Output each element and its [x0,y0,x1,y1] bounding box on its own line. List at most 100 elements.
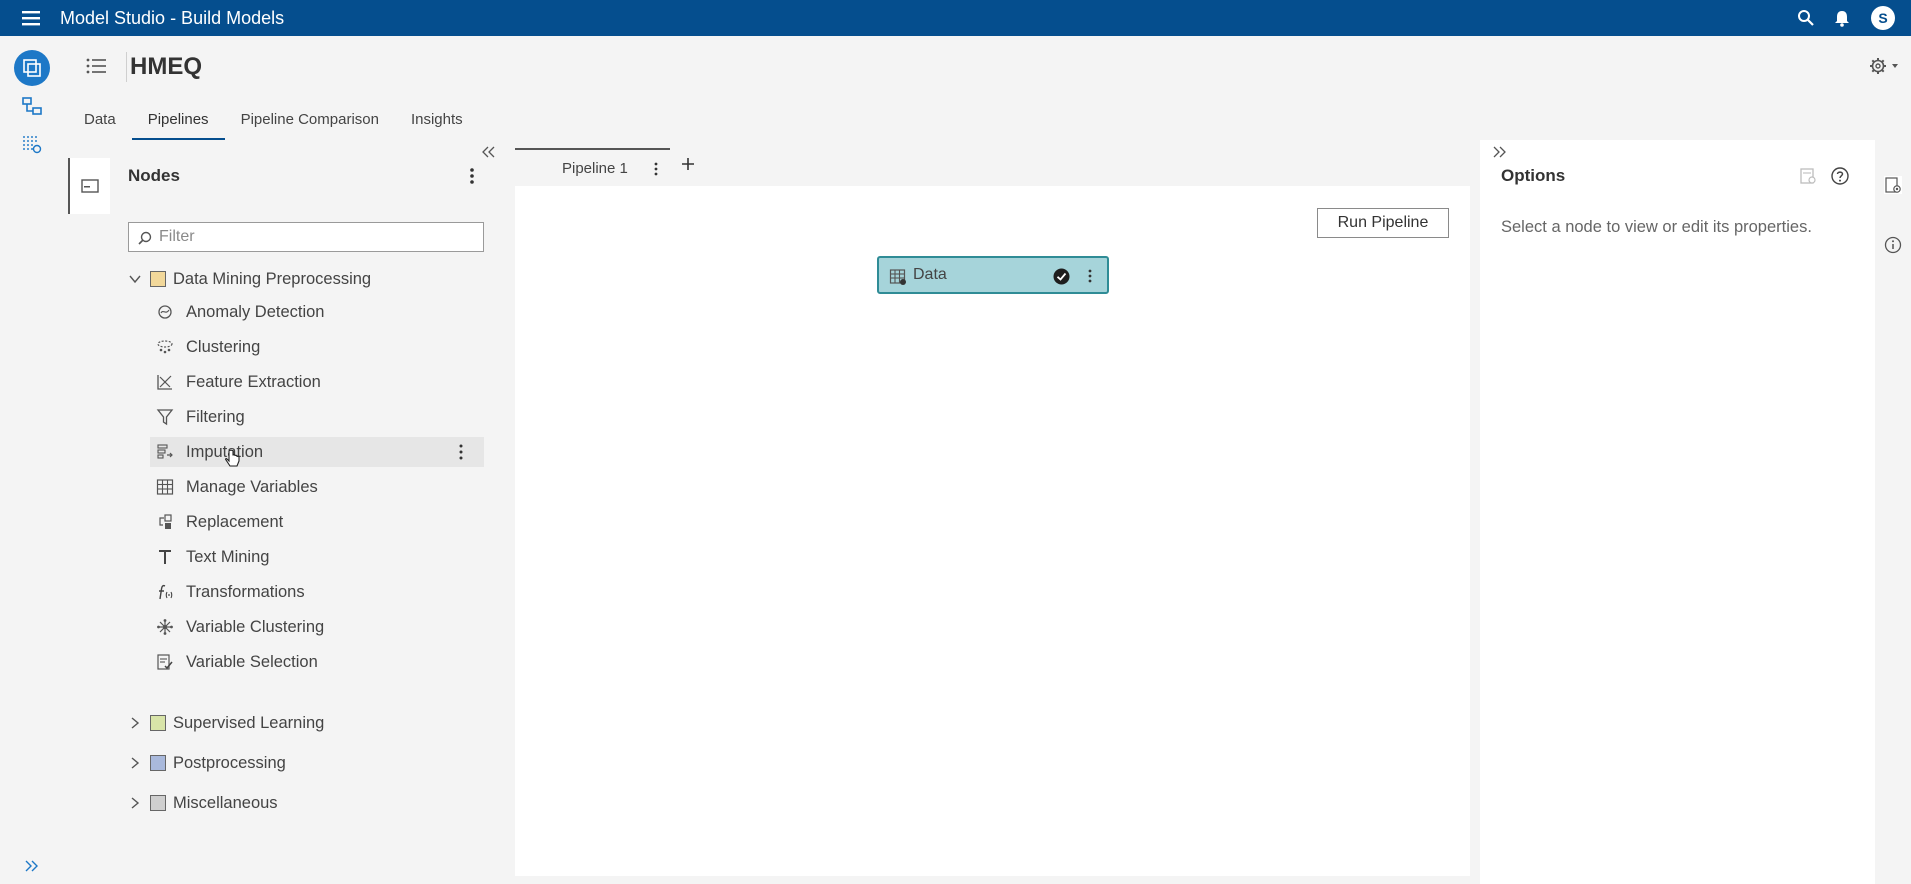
filter-field[interactable] [128,222,484,252]
run-pipeline-button[interactable]: Run Pipeline [1317,208,1449,238]
search-icon [138,231,152,245]
replacement-icon [159,514,172,529]
clustering-icon [157,340,173,354]
node-item-variable-clustering[interactable]: Variable Clustering [150,612,484,642]
node-item-manage-variables[interactable]: Manage Variables [150,472,484,502]
node-item-filtering[interactable]: Filtering [150,402,484,432]
filter-icon [156,409,174,426]
node-item-label: Manage Variables [186,477,318,496]
mouse-pointer-hand-icon [225,449,240,467]
nodes-panel-title: Nodes [128,166,180,185]
properties-icon [1800,168,1816,184]
more-options-icon[interactable] [462,166,482,186]
node-item-label: Feature Extraction [186,372,321,391]
node-item-label: Transformations [186,582,305,601]
build-models-nav-button[interactable] [14,50,50,86]
nodes-panel: Nodes Data Mining Preprocessing Anomaly … [110,140,504,884]
options-panel: Options Select a node to view or edit it… [1480,140,1875,884]
group-label: Miscellaneous [173,793,278,812]
group-color-swatch [150,755,166,771]
node-item-imputation[interactable]: Imputation [150,437,484,467]
node-item-label: Replacement [186,512,284,531]
pipeline-tab-label: Pipeline 1 [562,160,628,177]
build-models-icon [23,59,41,77]
group-data-mining-preprocessing[interactable]: Data Mining Preprocessing [128,267,371,291]
anomaly-detection-icon [158,305,172,319]
filter-input[interactable] [159,226,479,248]
expand-rail-icon[interactable] [22,856,42,876]
manage-models-nav-button[interactable] [14,88,50,124]
expand-panel-icon[interactable] [1490,144,1508,160]
notifications-bell-icon[interactable] [1832,8,1852,28]
help-icon[interactable] [1830,166,1850,186]
hamburger-menu-icon[interactable] [20,8,42,28]
pipeline-node-more-icon[interactable] [1087,268,1093,284]
left-navigation-rail [0,36,68,884]
text-icon [159,550,171,564]
group-supervised-learning[interactable]: Supervised Learning [128,711,324,735]
info-icon[interactable] [1884,236,1902,254]
app-header-bar: Model Studio - Build Models S [0,0,1911,36]
project-tabs: Data Pipelines Pipeline Comparison Insig… [68,106,479,140]
tab-insights[interactable]: Insights [395,106,479,140]
pipeline-tab[interactable]: Pipeline 1 [515,148,670,186]
node-item-text-mining[interactable]: Text Mining [150,542,484,572]
node-item-variable-selection[interactable]: Variable Selection [150,647,484,677]
group-color-swatch [150,715,166,731]
flow-diagram-icon [22,97,42,115]
node-item-label: Variable Selection [186,652,318,671]
collapse-panel-icon[interactable] [480,144,498,160]
node-item-transformations[interactable]: Transformations [150,577,484,607]
tab-pipeline-comparison[interactable]: Pipeline Comparison [225,106,395,140]
node-item-label: Filtering [186,407,245,426]
chevron-right-icon [131,797,140,809]
nodes-panel-toggle-strip [68,158,110,214]
app-title: Model Studio - Build Models [60,8,285,28]
search-icon[interactable] [1796,8,1816,28]
nodes-panel-icon[interactable] [80,176,100,196]
group-color-swatch [150,795,166,811]
node-item-clustering[interactable]: Clustering [150,332,484,362]
pipeline-canvas[interactable]: Run Pipeline Data [515,186,1470,876]
user-avatar[interactable]: S [1871,6,1895,30]
node-properties-icon[interactable] [1884,176,1902,194]
node-item-label: Text Mining [186,547,270,566]
tab-pipelines[interactable]: Pipelines [131,106,225,140]
explore-data-nav-button[interactable] [14,126,50,162]
chevron-right-icon [131,717,140,729]
node-item-replacement[interactable]: Replacement [150,507,484,537]
pipeline-workspace: Pipeline 1 Run Pipeline Data [515,140,1470,884]
feature-extraction-icon [157,375,172,390]
add-pipeline-icon[interactable] [679,155,697,173]
pipeline-tab-more-icon[interactable] [653,161,659,177]
chevron-right-icon [131,757,140,769]
node-item-anomaly-detection[interactable]: Anomaly Detection [150,297,484,327]
group-postprocessing[interactable]: Postprocessing [128,751,286,775]
group-label: Data Mining Preprocessing [173,269,372,288]
node-item-label: Anomaly Detection [186,302,325,321]
settings-gear-icon[interactable] [1868,56,1900,76]
group-label: Supervised Learning [173,713,325,732]
right-tool-strip [1875,140,1911,884]
data-explore-icon [23,136,42,154]
group-color-swatch [150,271,166,287]
group-label: Postprocessing [173,753,286,772]
imputation-icon [157,444,173,459]
node-item-more-icon[interactable] [458,443,464,461]
options-panel-title: Options [1501,166,1566,185]
node-item-feature-extraction[interactable]: Feature Extraction [150,367,484,397]
project-list-icon[interactable] [84,56,108,76]
pipeline-node-data[interactable]: Data [877,256,1109,294]
completed-check-icon [1053,268,1070,285]
table-grid-icon [156,479,174,495]
header-divider [126,52,127,82]
project-header: HMEQ Data Pipelines Pipeline Comparison … [68,36,1911,140]
tab-data[interactable]: Data [68,106,132,140]
node-item-label: Variable Clustering [186,617,325,636]
variable-clustering-icon [157,619,173,635]
project-title: HMEQ [130,53,202,80]
node-item-label: Clustering [186,337,261,356]
group-miscellaneous[interactable]: Miscellaneous [128,791,278,815]
options-hint-text: Select a node to view or edit its proper… [1501,218,1812,236]
variable-selection-icon [157,654,173,670]
